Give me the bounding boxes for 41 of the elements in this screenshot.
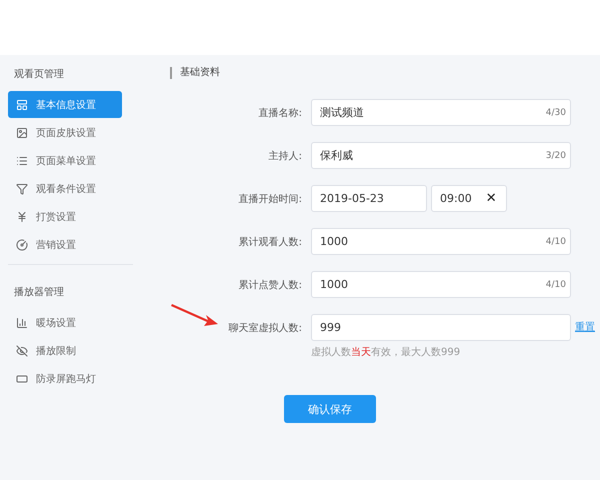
text-field[interactable]: 测试频道 4/30 bbox=[311, 99, 571, 126]
time-field[interactable]: 09:00 ✕ bbox=[431, 185, 507, 212]
sidebar-item[interactable]: 基本信息设置 bbox=[8, 91, 122, 118]
character-counter: 4/10 bbox=[546, 236, 566, 246]
sidebar-item[interactable]: 营销设置 bbox=[8, 231, 122, 258]
eye-off-icon bbox=[16, 344, 28, 356]
field-label: 主持人: bbox=[268, 150, 302, 162]
field-label: 累计点赞人数: bbox=[238, 278, 302, 292]
sidebar-item[interactable]: 观看条件设置 bbox=[8, 175, 122, 202]
character-counter: 4/30 bbox=[546, 108, 566, 118]
group-title: 播放器管理 bbox=[13, 286, 65, 300]
field-label: 累计观看人数: bbox=[238, 236, 302, 248]
section-title: 基础资料 bbox=[170, 67, 600, 79]
text-field[interactable]: 999 bbox=[311, 314, 571, 341]
date-field[interactable]: 2019-05-23 bbox=[311, 185, 427, 212]
filter-icon bbox=[16, 182, 28, 194]
yen-icon bbox=[16, 210, 28, 222]
sidebar-item[interactable]: 页面菜单设置 bbox=[8, 147, 122, 174]
save-button[interactable]: 确认保存 bbox=[284, 395, 376, 423]
character-counter: 4/10 bbox=[546, 280, 566, 290]
text-field[interactable]: 保利威 3/20 bbox=[311, 142, 571, 169]
field-label: 直播开始时间: bbox=[238, 192, 302, 206]
gauge-icon bbox=[16, 238, 28, 250]
character-counter: 3/20 bbox=[546, 150, 566, 160]
sidebar-item[interactable]: 打赏设置 bbox=[8, 203, 122, 230]
sidebar-item[interactable]: 播放限制 bbox=[8, 337, 122, 364]
field-label: 直播名称: bbox=[258, 106, 302, 120]
text-field[interactable]: 1000 4/10 bbox=[311, 228, 571, 255]
sidebar-item[interactable]: 暖场设置 bbox=[8, 309, 122, 336]
reset-link[interactable]: 重置 bbox=[575, 314, 595, 341]
field-hint: 虚拟人数当天有效，最大人数999 bbox=[311, 346, 462, 359]
chart-icon bbox=[16, 316, 28, 328]
clear-button[interactable]: ✕ bbox=[486, 191, 497, 206]
text-field[interactable]: 1000 4/10 bbox=[311, 271, 571, 298]
rectangle-icon bbox=[16, 372, 28, 384]
sidebar-item[interactable]: 页面皮肤设置 bbox=[8, 119, 122, 146]
window-icon bbox=[16, 98, 28, 110]
image-icon bbox=[16, 126, 28, 138]
group-title: 观看页管理 bbox=[13, 68, 65, 82]
field-label: 聊天室虚拟人数: bbox=[228, 322, 302, 334]
sidebar-item[interactable]: 防录屏跑马灯 bbox=[8, 365, 122, 392]
